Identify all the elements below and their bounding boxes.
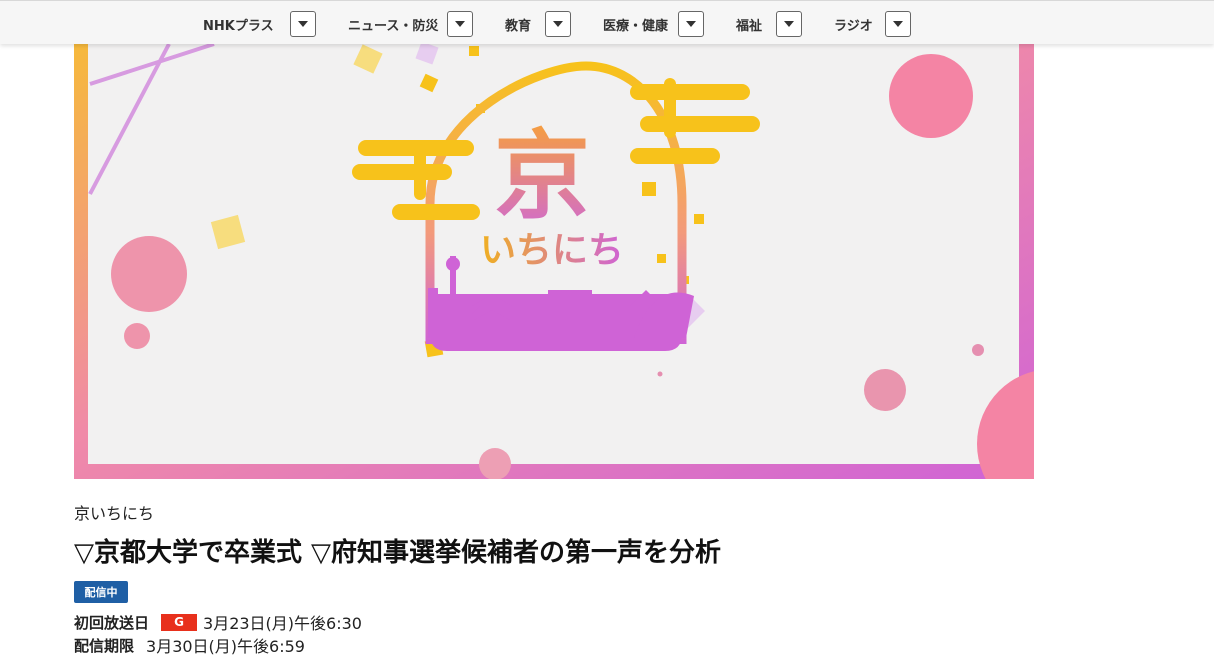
logo-kanji: 京 (494, 120, 590, 232)
nav-label-nhkplus[interactable]: NHKプラス (203, 15, 274, 34)
first-broadcast-value: 3月23日(月)午後6:30 (203, 614, 362, 633)
program-hero-image: 京 いちにち (74, 44, 1034, 479)
episode-title: ▽京都大学で卒業式 ▽府知事選挙候補者の第一声を分析 (74, 538, 722, 568)
nav-label-health[interactable]: 医療・健康 (603, 15, 668, 34)
health-dropdown-button[interactable] (678, 11, 704, 37)
education-dropdown-button[interactable] (545, 11, 571, 37)
nav-label-news[interactable]: ニュース・防災 (348, 15, 438, 34)
radio-dropdown-button[interactable] (885, 11, 911, 37)
nav-item-education[interactable]: 教育 (505, 11, 531, 37)
nav-label-education[interactable]: 教育 (505, 15, 531, 34)
top-navigation: NHKプラス ニュース・防災 教育 医療・健康 福祉 ラジオ (0, 0, 1214, 44)
nav-item-news[interactable]: ニュース・防災 (348, 11, 438, 37)
welfare-dropdown-button[interactable] (776, 11, 802, 37)
nav-item-health[interactable]: 医療・健康 (603, 11, 668, 37)
chevron-down-icon (553, 21, 563, 27)
news-dropdown-button[interactable] (447, 11, 473, 37)
nhkplus-dropdown-button[interactable] (290, 11, 316, 37)
first-broadcast-label: 初回放送日 (74, 613, 150, 632)
nav-label-welfare[interactable]: 福祉 (736, 15, 762, 34)
program-logo-artwork: 京 いちにち (74, 44, 1034, 479)
expiry-value: 3月30日(月)午後6:59 (146, 637, 305, 656)
nav-item-welfare[interactable]: 福祉 (736, 11, 762, 37)
chevron-down-icon (686, 21, 696, 27)
nav-item-radio[interactable]: ラジオ (834, 11, 873, 37)
logo-kana: いちにち (480, 230, 624, 271)
expiry-row: 配信期限 3月30日(月)午後6:59 (74, 634, 305, 657)
chevron-down-icon (784, 21, 794, 27)
nav-label-radio[interactable]: ラジオ (834, 15, 873, 34)
status-badge: 配信中 (74, 581, 128, 603)
chevron-down-icon (893, 21, 903, 27)
channel-badge: G (161, 613, 198, 631)
program-name: 京いちにち (74, 504, 155, 523)
first-broadcast-row: 初回放送日 G 3月23日(月)午後6:30 (74, 611, 362, 633)
expiry-label: 配信期限 (74, 636, 135, 655)
chevron-down-icon (298, 21, 308, 27)
nav-item-nhkplus[interactable]: NHKプラス (203, 11, 274, 37)
chevron-down-icon (455, 21, 465, 27)
